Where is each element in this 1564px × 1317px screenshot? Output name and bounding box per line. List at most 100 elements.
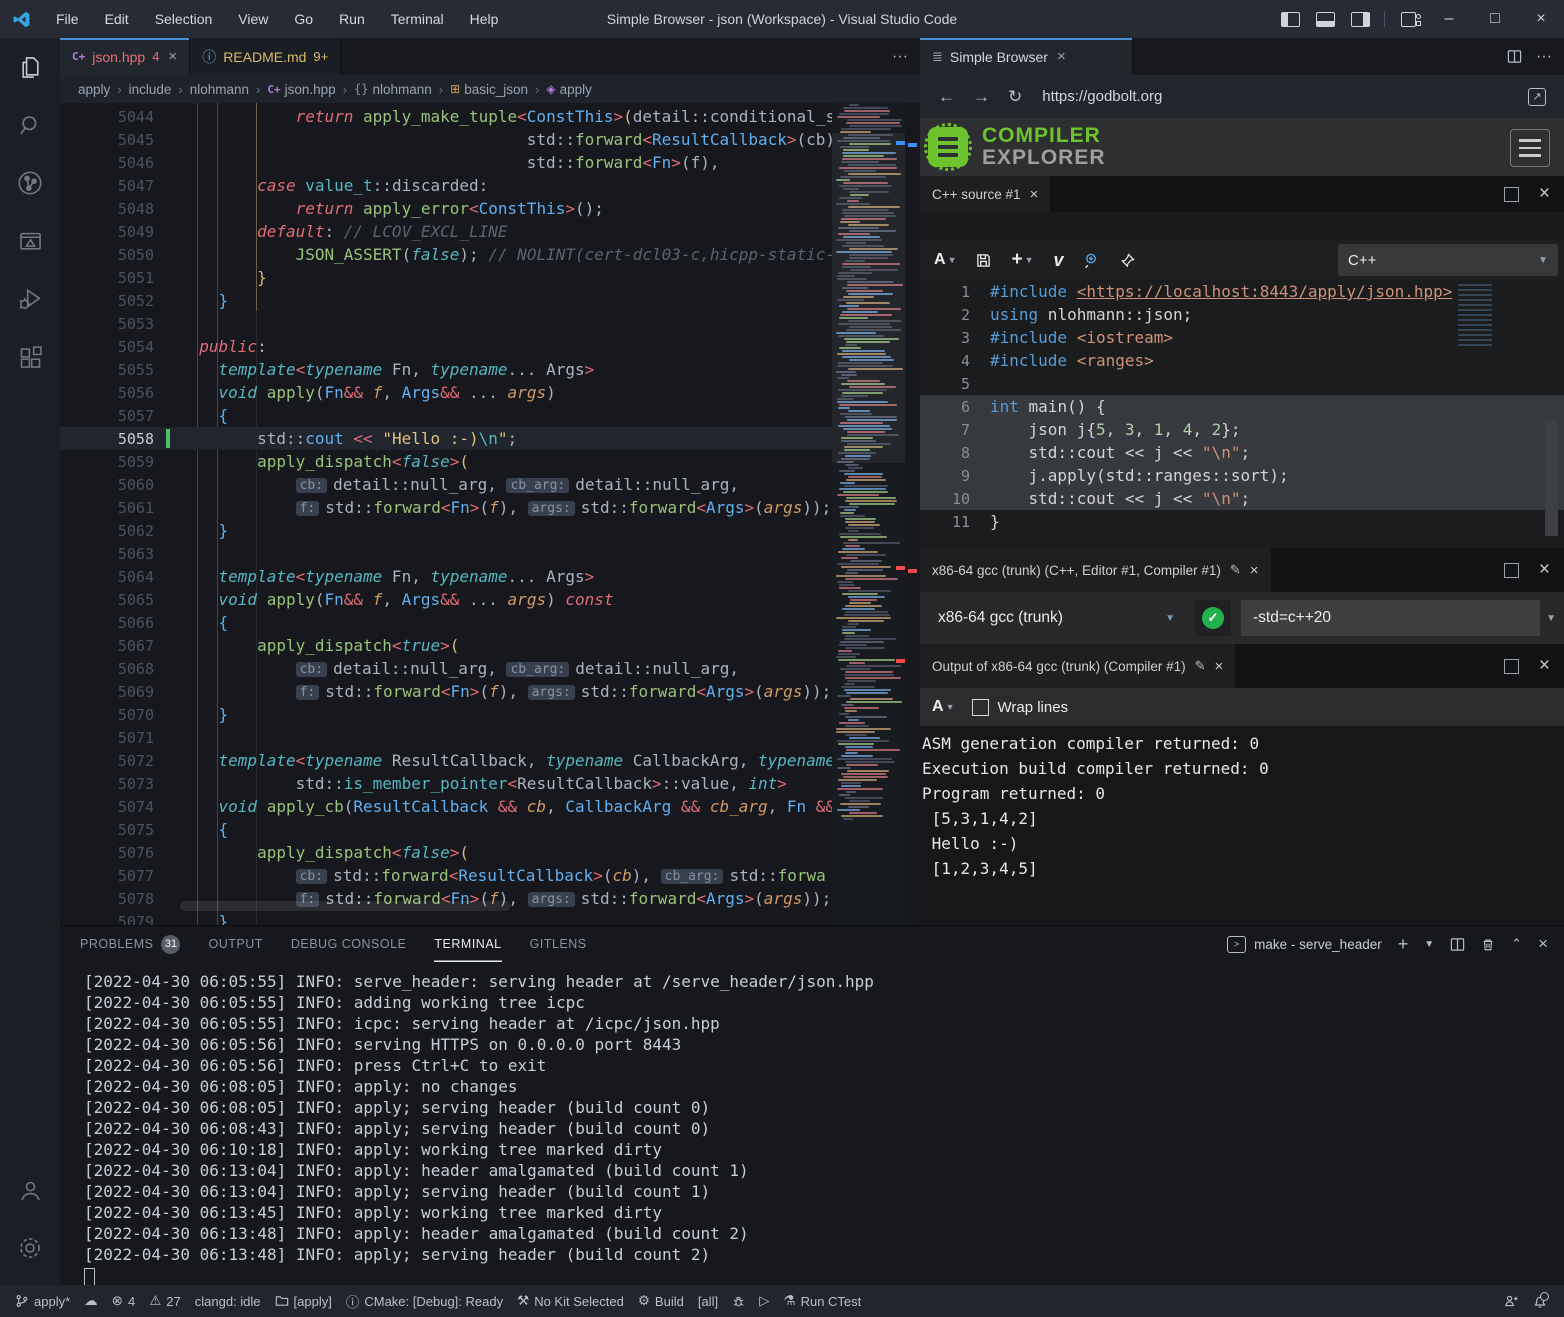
run-debug-icon[interactable] bbox=[0, 270, 60, 328]
terminal[interactable]: [2022-04-30 06:05:55] INFO: serve_header… bbox=[60, 962, 1564, 1296]
breadcrumb-item-nlohmann[interactable]: {}nlohmann bbox=[354, 82, 432, 97]
status-warnings[interactable]: ⚠27 bbox=[142, 1285, 188, 1317]
more-actions-icon[interactable]: ··· bbox=[892, 48, 908, 66]
close-pane-icon[interactable]: × bbox=[1539, 559, 1550, 581]
status-feedback[interactable] bbox=[1497, 1285, 1526, 1317]
status-git-branch[interactable]: apply* bbox=[8, 1285, 77, 1317]
close-panel-icon[interactable]: × bbox=[1538, 934, 1548, 954]
menu-run[interactable]: Run bbox=[328, 7, 376, 31]
save-icon[interactable] bbox=[976, 253, 991, 268]
source-pane-tab[interactable]: C++ source #1 × bbox=[920, 176, 1050, 212]
tab-json-hpp[interactable]: C+ json.hpp 4 × bbox=[60, 38, 190, 75]
status-kit-selection[interactable]: ⚒No Kit Selected bbox=[510, 1285, 631, 1317]
tab-simple-browser[interactable]: ≣ Simple Browser × bbox=[920, 38, 1133, 75]
status-run-ctest[interactable]: ⚗Run CTest bbox=[776, 1285, 868, 1317]
output-pane-tab[interactable]: Output of x86-64 gcc (trunk) (Compiler #… bbox=[920, 644, 1235, 688]
language-select[interactable]: C++▼ bbox=[1338, 244, 1558, 276]
menu-go[interactable]: Go bbox=[283, 7, 324, 31]
font-size-button[interactable]: A▼ bbox=[932, 698, 954, 716]
url-input[interactable]: https://godbolt.org bbox=[1042, 88, 1162, 105]
toggle-secondary-sidebar-icon[interactable] bbox=[1351, 12, 1370, 27]
maximize-button[interactable]: □ bbox=[1472, 0, 1518, 38]
explorer-icon[interactable] bbox=[0, 38, 60, 96]
testing-icon[interactable] bbox=[0, 212, 60, 270]
maximize-pane-icon[interactable] bbox=[1504, 659, 1519, 674]
close-tab-icon[interactable]: × bbox=[1057, 48, 1066, 65]
panel-tab-terminal[interactable]: TERMINAL bbox=[434, 926, 501, 962]
maximize-pane-icon[interactable] bbox=[1504, 187, 1519, 202]
panel-tab-gitlens[interactable]: GITLENS bbox=[530, 926, 587, 962]
source-control-icon[interactable] bbox=[0, 154, 60, 212]
code-editor[interactable]: 5044 return apply_make_tuple<ConstThis>(… bbox=[60, 103, 920, 925]
breadcrumb-item-json.hpp[interactable]: C+json.hpp bbox=[267, 82, 335, 97]
tab-readme-md[interactable]: ⓘ README.md 9+ bbox=[190, 38, 341, 75]
close-pane-icon[interactable]: × bbox=[1539, 655, 1550, 677]
more-actions-icon[interactable]: ··· bbox=[1536, 48, 1552, 66]
hamburger-menu-icon[interactable] bbox=[1510, 129, 1550, 167]
horizontal-scrollbar[interactable] bbox=[180, 901, 510, 911]
status-build-target[interactable]: [all] bbox=[691, 1285, 725, 1317]
menu-terminal[interactable]: Terminal bbox=[380, 7, 455, 31]
close-icon[interactable]: × bbox=[1030, 186, 1039, 203]
options-dropdown-icon[interactable]: ▼ bbox=[1546, 613, 1556, 624]
open-external-icon[interactable]: ↗ bbox=[1528, 88, 1546, 106]
status-debug-target[interactable] bbox=[725, 1285, 752, 1317]
breadcrumb-item-apply[interactable]: apply bbox=[78, 82, 110, 97]
menu-help[interactable]: Help bbox=[459, 7, 510, 31]
status-errors[interactable]: ⊗4 bbox=[105, 1285, 143, 1317]
godbolt-scrollbar[interactable] bbox=[1545, 421, 1558, 536]
edit-title-icon[interactable]: ✎ bbox=[1195, 658, 1206, 674]
status-sync[interactable]: ☁ bbox=[77, 1285, 105, 1317]
extensions-icon[interactable] bbox=[0, 328, 60, 386]
toggle-sidebar-icon[interactable] bbox=[1281, 12, 1300, 27]
customize-layout-icon[interactable] bbox=[1401, 12, 1416, 27]
toggle-panel-icon[interactable] bbox=[1316, 12, 1335, 27]
split-editor-icon[interactable] bbox=[1507, 49, 1522, 64]
vim-mode-icon[interactable]: v bbox=[1054, 250, 1064, 271]
maximize-pane-icon[interactable] bbox=[1504, 563, 1519, 578]
status-notifications[interactable] bbox=[1526, 1285, 1554, 1317]
close-button[interactable]: × bbox=[1518, 0, 1564, 38]
settings-gear-icon[interactable] bbox=[0, 1219, 60, 1277]
breadcrumb-item-nlohmann[interactable]: nlohmann bbox=[190, 82, 249, 97]
status-cmake-status[interactable]: ⓘCMake: [Debug]: Ready bbox=[339, 1285, 510, 1317]
minimap[interactable] bbox=[832, 103, 905, 925]
terminal-select[interactable]: > make - serve_header bbox=[1227, 936, 1382, 953]
panel-tab-debug-console[interactable]: DEBUG CONSOLE bbox=[291, 926, 407, 962]
terminal-dropdown-icon[interactable]: ▼ bbox=[1424, 939, 1434, 950]
panel-tab-output[interactable]: OUTPUT bbox=[208, 926, 262, 962]
breadcrumb-item-include[interactable]: include bbox=[129, 82, 172, 97]
breadcrumb[interactable]: apply›include›nlohmann›C+json.hpp›{}nloh… bbox=[60, 75, 938, 103]
close-pane-icon[interactable]: × bbox=[1539, 183, 1550, 205]
split-terminal-icon[interactable] bbox=[1450, 937, 1465, 952]
add-pane-button[interactable]: +▼ bbox=[1011, 249, 1033, 271]
search-icon[interactable] bbox=[0, 96, 60, 154]
godbolt-source-editor[interactable]: 1#include <https://localhost:8443/apply/… bbox=[920, 280, 1564, 548]
minimize-button[interactable]: – bbox=[1426, 0, 1472, 38]
reload-icon[interactable]: ↻ bbox=[1008, 87, 1022, 107]
edit-title-icon[interactable]: ✎ bbox=[1230, 562, 1241, 578]
kill-terminal-icon[interactable] bbox=[1481, 937, 1495, 952]
status-active-folder[interactable]: [apply] bbox=[268, 1285, 339, 1317]
menu-edit[interactable]: Edit bbox=[94, 7, 140, 31]
compiler-select[interactable]: x86-64 gcc (trunk)▼ bbox=[928, 600, 1183, 636]
close-icon[interactable]: × bbox=[1250, 562, 1259, 579]
forward-icon[interactable]: → bbox=[973, 87, 990, 107]
zoom-search-icon[interactable] bbox=[1084, 252, 1100, 268]
compiler-options-input[interactable]: -std=c++20 bbox=[1241, 600, 1540, 636]
status-build[interactable]: ⚙Build bbox=[631, 1285, 691, 1317]
menu-file[interactable]: File bbox=[45, 7, 90, 31]
status-launch-target[interactable]: ▷ bbox=[752, 1285, 776, 1317]
font-size-button[interactable]: A▼ bbox=[934, 251, 956, 269]
panel-tab-problems[interactable]: PROBLEMS31 bbox=[80, 926, 180, 962]
maximize-panel-icon[interactable]: ⌃ bbox=[1511, 936, 1522, 952]
back-icon[interactable]: ← bbox=[938, 87, 955, 107]
compiler-pane-tab[interactable]: x86-64 gcc (trunk) (C++, Editor #1, Comp… bbox=[920, 548, 1271, 592]
menu-selection[interactable]: Selection bbox=[144, 7, 224, 31]
close-icon[interactable]: × bbox=[1215, 658, 1224, 675]
status-clangd-status[interactable]: clangd: idle bbox=[188, 1285, 268, 1317]
close-tab-icon[interactable]: × bbox=[168, 48, 177, 65]
wrap-lines-checkbox[interactable] bbox=[972, 699, 989, 716]
pin-icon[interactable] bbox=[1120, 253, 1135, 268]
account-icon[interactable] bbox=[0, 1161, 60, 1219]
